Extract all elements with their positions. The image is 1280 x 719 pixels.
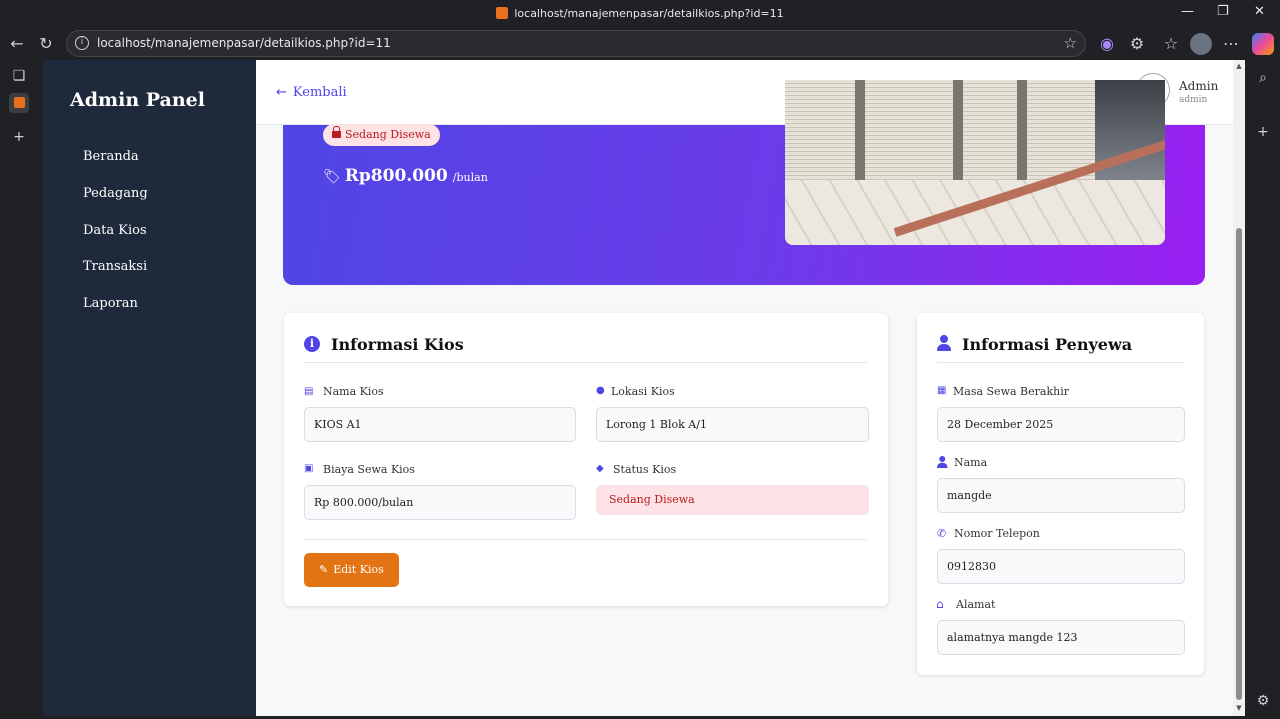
phone-icon: ✆ <box>937 527 947 540</box>
active-tab-icon[interactable] <box>9 93 29 113</box>
biaya-sewa-field: Rp 800.000/bulan <box>304 485 576 520</box>
window-title: localhost/manajemenpasar/detailkios.php?… <box>0 7 1280 20</box>
back-link[interactable]: ← Kembali <box>276 85 347 100</box>
user-small-icon <box>937 456 948 468</box>
sidebar-item-data-kios[interactable]: Data Kios <box>83 223 147 238</box>
nama-kios-field: KIOS A1 <box>304 407 576 442</box>
calendar-icon: ▦ <box>937 385 947 396</box>
price-tag-icon: 🏷 <box>323 169 341 185</box>
kios-photo <box>785 80 1165 245</box>
store-icon: ▤ <box>304 386 314 397</box>
masa-sewa-label: Masa Sewa Berakhir <box>953 385 1069 398</box>
scrollbar-thumb[interactable] <box>1236 228 1242 700</box>
lokasi-kios-label: Lokasi Kios <box>611 385 675 398</box>
favorites-icon[interactable]: ☆ <box>1160 33 1182 55</box>
biaya-sewa-label: Biaya Sewa Kios <box>323 463 415 476</box>
user-role: admin <box>1179 95 1208 105</box>
arrow-left-icon: ← <box>276 85 287 100</box>
browser-sidebar: ⌕ + ⚙ <box>1245 60 1280 719</box>
scroll-down-icon[interactable]: ▼ <box>1235 704 1243 712</box>
more-menu-icon[interactable]: ⋯ <box>1220 33 1242 55</box>
edit-kios-button[interactable]: ✎ Edit Kios <box>304 553 399 587</box>
alamat-label: Alamat <box>956 598 996 611</box>
status-kios-field: Sedang Disewa <box>596 485 869 515</box>
price-unit: /bulan <box>452 171 488 184</box>
home-icon: ⌂ <box>936 597 944 611</box>
masa-sewa-field: 28 December 2025 <box>937 407 1185 442</box>
telepon-field: 0912830 <box>937 549 1185 584</box>
lokasi-kios-field: Lorong 1 Blok A/1 <box>596 407 869 442</box>
back-nav-icon[interactable]: ← <box>6 33 28 55</box>
page-scrollbar[interactable]: ▲ ▼ <box>1233 60 1245 716</box>
map-marker-icon: ● <box>596 385 605 396</box>
sidebar-item-transaksi[interactable]: Transaksi <box>83 259 147 274</box>
sidebar-item-beranda[interactable]: Beranda <box>83 149 139 164</box>
address-bar[interactable]: i localhost/manajemenpasar/detailkios.ph… <box>66 30 1086 57</box>
price-amount: Rp800.000 <box>344 166 448 186</box>
admin-sidebar: Admin Panel Beranda Pedagang Data Kios T… <box>43 60 256 716</box>
extensions-icon[interactable]: ⚙ <box>1126 33 1148 55</box>
page-viewport: Admin Panel Beranda Pedagang Data Kios T… <box>43 60 1245 716</box>
user-icon <box>937 335 951 351</box>
brand-title: Admin Panel <box>70 89 205 111</box>
telepon-label: Nomor Telepon <box>954 527 1040 540</box>
tag-icon: ◆ <box>596 463 604 474</box>
penyewa-info-title: Informasi Penyewa <box>962 335 1133 354</box>
favorite-star-icon[interactable]: ☆ <box>1064 34 1077 52</box>
site-info-icon[interactable]: i <box>75 36 89 50</box>
browser-toolbar: ← ↻ i localhost/manajemenpasar/detailkio… <box>0 28 1280 60</box>
penyewa-info-card: Informasi Penyewa ▦ Masa Sewa Berakhir 2… <box>917 313 1204 675</box>
info-icon: i <box>304 336 320 352</box>
user-name: Admin <box>1179 79 1219 93</box>
edit-icon: ✎ <box>319 563 329 576</box>
scroll-up-icon[interactable]: ▲ <box>1235 62 1243 70</box>
browser-titlebar: localhost/manajemenpasar/detailkios.php?… <box>0 0 1280 28</box>
profile-avatar-icon[interactable] <box>1190 33 1212 55</box>
add-sidebar-icon[interactable]: + <box>1253 122 1273 142</box>
hero-price: 🏷 Rp800.000 /bulan <box>323 166 488 186</box>
status-badge: Sedang Disewa <box>323 124 440 146</box>
sidebar-item-laporan[interactable]: Laporan <box>83 296 138 311</box>
status-kios-label: Status Kios <box>613 463 677 476</box>
copilot-icon[interactable] <box>1252 33 1274 55</box>
tab-actions-icon[interactable]: ❏ <box>9 66 29 86</box>
nama-penyewa-field: mangde <box>937 478 1185 513</box>
maximize-icon[interactable]: ❐ <box>1217 4 1229 19</box>
kios-info-card: i Informasi Kios ▤ Nama Kios KIOS A1 ● L… <box>284 313 888 606</box>
new-tab-icon[interactable]: + <box>9 127 29 147</box>
nama-kios-label: Nama Kios <box>323 385 384 398</box>
nama-penyewa-label: Nama <box>954 456 988 469</box>
lock-icon <box>332 126 341 138</box>
sidebar-item-pedagang[interactable]: Pedagang <box>83 186 148 201</box>
url-text: localhost/manajemenpasar/detailkios.php?… <box>97 36 391 50</box>
close-icon[interactable]: ✕ <box>1254 4 1265 19</box>
xampp-favicon-icon <box>496 7 509 19</box>
minimize-icon[interactable]: — <box>1181 4 1194 19</box>
alamat-field: alamatnya mangde 123 <box>937 620 1185 655</box>
money-icon: ▣ <box>304 463 314 474</box>
kios-info-title: Informasi Kios <box>331 335 464 354</box>
copilot-vision-icon[interactable]: ◉ <box>1096 33 1118 55</box>
refresh-icon[interactable]: ↻ <box>35 33 57 55</box>
browser-vertical-tabs: ❏ + <box>0 60 38 719</box>
settings-icon[interactable]: ⚙ <box>1253 691 1273 711</box>
search-icon[interactable]: ⌕ <box>1253 68 1273 88</box>
